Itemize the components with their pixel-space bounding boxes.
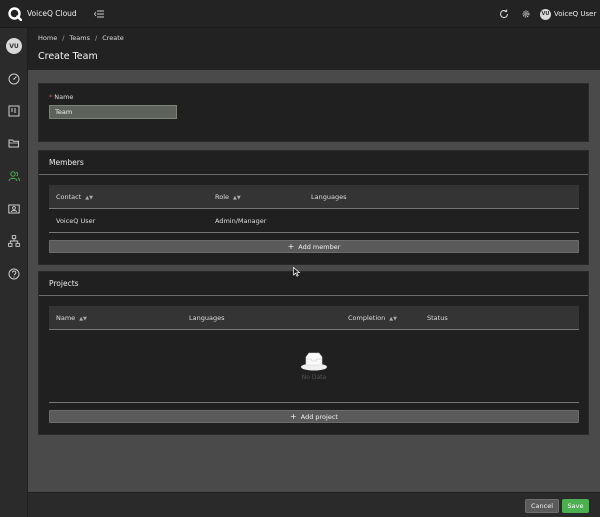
column-contact[interactable]: Contact ▲▼ [56,193,93,201]
sidebar: VU [0,28,28,517]
column-languages: Languages [311,193,347,201]
sort-icon: ▲▼ [85,195,93,201]
column-languages: Languages [189,314,225,322]
add-project-button[interactable]: + Add project [49,410,579,423]
sidebar-avatar[interactable]: VU [6,38,22,54]
folder-icon[interactable] [8,137,20,149]
hierarchy-icon[interactable] [8,235,20,247]
mouse-cursor-icon [293,267,301,277]
breadcrumb-teams[interactable]: Teams [69,34,90,42]
dashboard-icon[interactable] [8,73,20,85]
top-bar: VoiceQ Cloud VU VoiceQ User [0,0,600,28]
empty-state: No Data [49,330,579,403]
empty-text: No Data [301,374,327,381]
help-icon[interactable] [8,268,20,280]
plus-icon: + [290,412,297,421]
projects-table: Name ▲▼ Languages Completion ▲▼ Status [49,306,579,330]
cancel-button[interactable]: Cancel [525,499,559,513]
plus-icon: + [287,242,295,251]
members-card: Members Contact ▲▼ Role ▲▼ Languages Voice… [38,150,589,265]
members-title: Members [39,151,588,175]
column-role[interactable]: Role ▲▼ [215,193,241,201]
user-name: VoiceQ User [554,10,597,18]
user-menu[interactable]: VU VoiceQ User [540,8,596,20]
breadcrumb-create: Create [102,34,124,42]
save-button[interactable]: Save [562,499,589,513]
table-row[interactable]: VoiceQ User Admin/Manager [49,209,579,233]
breadcrumb-home[interactable]: Home [38,34,57,42]
name-label: * Name [49,93,74,101]
name-input[interactable] [49,105,177,119]
board-icon[interactable] [8,105,20,117]
empty-inbox-icon [301,352,327,371]
sort-icon: ▲▼ [79,316,87,322]
menu-toggle-icon[interactable] [94,9,104,19]
column-completion[interactable]: Completion ▲▼ [348,314,397,322]
breadcrumb: Home / Teams / Create [38,34,124,42]
sort-icon: ▲▼ [389,316,397,322]
member-role: Admin/Manager [215,217,267,225]
column-status: Status [427,314,448,322]
teams-icon[interactable] [8,170,20,182]
members-table-header: Contact ▲▼ Role ▲▼ Languages [49,185,579,209]
refresh-icon[interactable] [499,9,509,19]
gear-icon[interactable] [521,9,531,19]
member-contact: VoiceQ User [56,217,96,225]
column-name[interactable]: Name ▲▼ [56,314,87,322]
app-title: VoiceQ Cloud [27,9,77,18]
user-avatar: VU [540,8,551,20]
projects-card: Projects Name ▲▼ Languages Completion ▲▼ S… [38,271,589,435]
app-logo-icon [8,7,22,21]
page-header: Home / Teams / Create Create Team [28,28,600,70]
projects-table-header: Name ▲▼ Languages Completion ▲▼ Status [49,306,579,330]
projects-title: Projects [39,272,588,296]
name-card: * Name [38,83,589,142]
page-title: Create Team [38,51,98,62]
members-table: Contact ▲▼ Role ▲▼ Languages VoiceQ User A… [49,185,579,233]
footer-bar: Cancel Save [28,492,600,517]
contact-card-icon[interactable] [8,203,20,215]
add-member-button[interactable]: + Add member [49,240,579,253]
sort-icon: ▲▼ [233,195,241,201]
